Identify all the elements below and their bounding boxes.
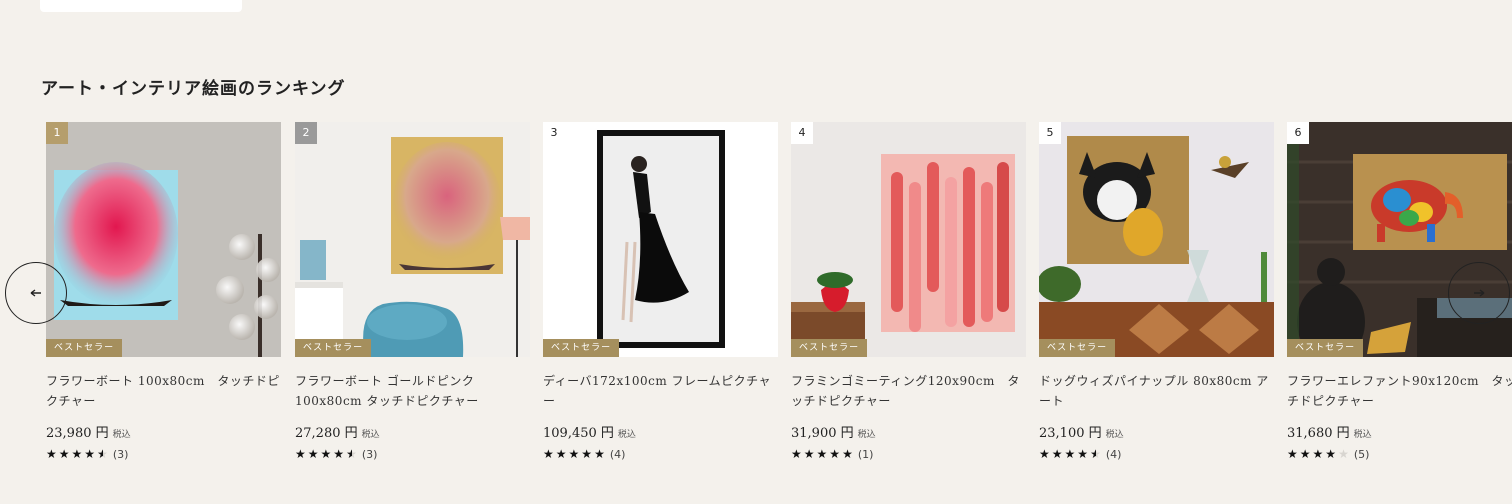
bestseller-badge: ベストセラー (46, 339, 123, 357)
star-half-icon: ★ (346, 447, 357, 461)
rating: ★ ★ ★ ★ ★ (4) (543, 447, 778, 461)
star-icon: ★ (1077, 447, 1089, 461)
rank-badge: 1 (46, 122, 68, 144)
star-icon: ★ (1287, 447, 1298, 461)
product-price: 31,900 円 (791, 426, 854, 441)
star-icon: ★ (71, 447, 83, 461)
star-icon: ★ (803, 447, 815, 461)
rating: ★ ★ ★ ★ ★ (3) (295, 447, 530, 461)
star-icon: ★ (555, 447, 567, 461)
product-image-diva[interactable]: 3 ベストセラー (543, 122, 778, 357)
search-box-partial[interactable] (40, 0, 242, 12)
section-title: アート・インテリア絵画のランキング (41, 79, 346, 99)
bestseller-badge: ベストセラー (791, 339, 868, 357)
bestseller-badge: ベストセラー (543, 339, 620, 357)
rating: ★ ★ ★ ★ ★ (1) (791, 447, 1026, 461)
rank-badge: 3 (543, 122, 565, 144)
product-price: 31,680 円 (1287, 426, 1350, 441)
star-icon: ★ (829, 447, 841, 461)
product-card[interactable]: 4 ベストセラー フラミンゴミーティング120x90cm タッチドピクチャー 3… (791, 122, 1026, 461)
bestseller-badge: ベストセラー (295, 339, 372, 357)
review-count: (5) (1353, 447, 1370, 461)
star-icon: ★ (58, 447, 70, 461)
rating: ★ ★ ★ ★ ★ (4) (1039, 447, 1274, 461)
star-icon: ★ (581, 447, 593, 461)
star-icon: ★ (543, 447, 554, 461)
carousel-prev-button[interactable] (5, 262, 67, 324)
star-icon: ★ (1051, 447, 1063, 461)
product-name[interactable]: ドッグウィズパイナップル 80x80cm アート (1039, 371, 1274, 411)
bestseller-badge: ベストセラー (1039, 339, 1116, 357)
product-card[interactable]: 1 ベストセラー フラワーボート 100x80cm タッチドピクチャー 23,9… (46, 122, 281, 461)
review-count: (4) (609, 447, 626, 461)
tax-label: 税込 (617, 430, 636, 440)
product-image-flower-boat-gold[interactable]: 2 ベストセラー (295, 122, 530, 357)
product-card[interactable]: 3 ベストセラー ディーバ172x100cm フレームピクチャー 109,450… (543, 122, 778, 461)
arrow-right-icon (1474, 289, 1485, 297)
tax-label: 税込 (112, 430, 131, 440)
star-icon: ★ (1299, 447, 1311, 461)
arrow-left-icon (30, 289, 41, 297)
rank-badge: 5 (1039, 122, 1061, 144)
star-icon: ★ (307, 447, 319, 461)
star-icon: ★ (1312, 447, 1324, 461)
star-half-icon: ★ (97, 447, 108, 461)
tax-label: 税込 (857, 430, 876, 440)
star-icon: ★ (46, 447, 57, 461)
review-count: (3) (361, 447, 378, 461)
star-icon: ★ (568, 447, 580, 461)
rank-badge: 6 (1287, 122, 1309, 144)
rating: ★ ★ ★ ★ ★ (3) (46, 447, 281, 461)
product-image-flamingo[interactable]: 4 ベストセラー (791, 122, 1026, 357)
rank-badge: 4 (791, 122, 813, 144)
rating: ★ ★ ★ ★ ★ (5) (1287, 447, 1512, 461)
product-card[interactable]: 2 ベストセラー フラワーボート ゴールドピンク 100x80cm タッチドピク… (295, 122, 530, 461)
star-half-icon: ★ (1090, 447, 1101, 461)
bestseller-badge: ベストセラー (1287, 339, 1364, 357)
product-price: 23,980 円 (46, 426, 109, 441)
product-price: 23,100 円 (1039, 426, 1102, 441)
product-name[interactable]: ディーバ172x100cm フレームピクチャー (543, 371, 778, 411)
star-icon: ★ (1325, 447, 1337, 461)
tax-label: 税込 (361, 430, 380, 440)
product-name[interactable]: フラワーボート ゴールドピンク 100x80cm タッチドピクチャー (295, 371, 530, 411)
product-name[interactable]: フラワーボート 100x80cm タッチドピクチャー (46, 371, 281, 411)
star-icon: ★ (594, 447, 605, 461)
star-icon: ★ (842, 447, 853, 461)
review-count: (3) (112, 447, 129, 461)
rank-badge: 2 (295, 122, 317, 144)
star-icon: ★ (295, 447, 306, 461)
product-image-dog-pineapple[interactable]: 5 ベストセラー (1039, 122, 1274, 357)
product-name[interactable]: フラミンゴミーティング120x90cm タッチドピクチャー (791, 371, 1026, 411)
review-count: (1) (857, 447, 874, 461)
star-icon: ★ (791, 447, 802, 461)
product-name[interactable]: フラワーエレファント90x120cm タッチドピクチャー (1287, 371, 1512, 411)
star-empty-icon: ★ (1338, 447, 1349, 461)
star-icon: ★ (1039, 447, 1050, 461)
tax-label: 税込 (1353, 430, 1372, 440)
star-icon: ★ (320, 447, 332, 461)
carousel-next-button[interactable] (1448, 262, 1510, 324)
product-image-flower-boat[interactable]: 1 ベストセラー (46, 122, 281, 357)
star-icon: ★ (1064, 447, 1076, 461)
review-count: (4) (1105, 447, 1122, 461)
ranking-carousel: 1 ベストセラー フラワーボート 100x80cm タッチドピクチャー 23,9… (46, 122, 1512, 482)
tax-label: 税込 (1105, 430, 1124, 440)
product-card[interactable]: 5 ベストセラー ドッグウィズパイナップル 80x80cm アート 23,100… (1039, 122, 1274, 461)
star-icon: ★ (816, 447, 828, 461)
star-icon: ★ (84, 447, 96, 461)
product-price: 27,280 円 (295, 426, 358, 441)
product-price: 109,450 円 (543, 426, 614, 441)
star-icon: ★ (333, 447, 345, 461)
